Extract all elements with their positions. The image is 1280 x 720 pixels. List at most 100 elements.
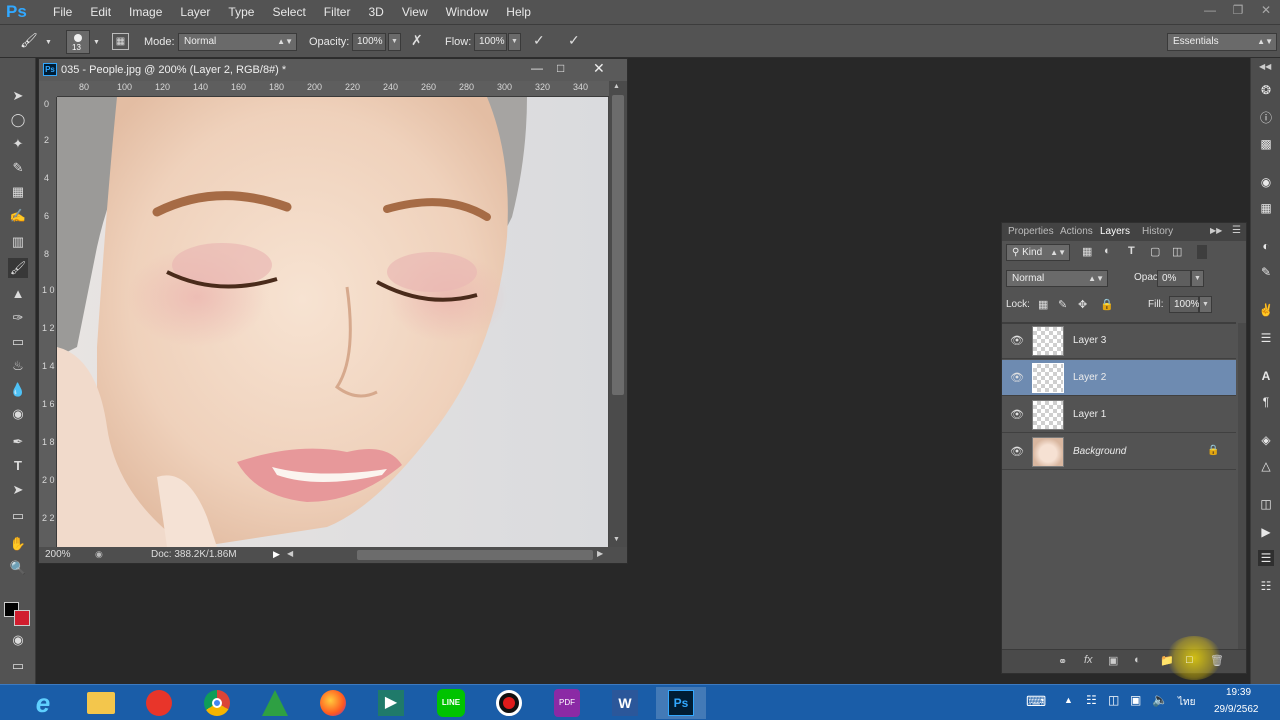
eye-icon[interactable]: 👁 (1010, 445, 1024, 459)
opacity-dropdown-button[interactable]: ▼ (388, 33, 401, 51)
flow-field[interactable]: 100% (474, 33, 507, 51)
opacity-field[interactable]: 100% (352, 33, 386, 51)
dodge-tool-icon[interactable]: ◉ (8, 404, 28, 424)
lock-transparent-icon[interactable]: ▦ (1038, 298, 1048, 311)
menu-file[interactable]: File (44, 0, 81, 24)
pixel-filter-icon[interactable]: ▦ (1082, 245, 1092, 258)
pressure-size-icon[interactable]: ✓ (568, 32, 588, 52)
zoom-level[interactable]: 200% (45, 549, 71, 560)
new-layer-icon[interactable]: □ (1186, 654, 1193, 666)
fx-icon[interactable]: fx (1084, 654, 1093, 666)
adjustment-filter-icon[interactable]: ◐ (1104, 245, 1111, 257)
layer-comps-icon[interactable]: ◫ (1258, 496, 1274, 512)
filter-toggle[interactable] (1197, 245, 1207, 259)
word-icon[interactable]: W (600, 687, 650, 719)
chevron-down-icon[interactable]: ▼ (45, 39, 52, 46)
blend-mode-select[interactable]: Normal ▲▼ (1006, 270, 1108, 287)
3d-icon[interactable]: ◈ (1258, 432, 1274, 448)
navigator-icon[interactable]: ❂ (1258, 82, 1274, 98)
channels-icon[interactable]: ☷ (1258, 578, 1274, 594)
screen-mode-icon[interactable]: ▭ (8, 656, 28, 676)
tray-icon-2[interactable]: ◫ (1108, 693, 1119, 707)
menu-select[interactable]: Select (263, 0, 314, 24)
clock-date[interactable]: 29/9/2562 (1214, 704, 1259, 715)
type-tool-icon[interactable]: T (8, 456, 28, 476)
status-menu-arrow-icon[interactable]: ▶ (273, 549, 280, 560)
layer-name[interactable]: Layer 1 (1073, 409, 1106, 420)
quick-select-tool-icon[interactable]: ✎ (8, 158, 28, 178)
lasso-tool-icon[interactable]: ✦ (8, 134, 28, 154)
layer-row[interactable]: 👁 Layer 2 (1002, 360, 1236, 396)
file-explorer-icon[interactable] (76, 687, 126, 719)
hand-tool-icon[interactable]: ✋ (8, 534, 28, 554)
styles-icon[interactable]: ✎ (1258, 264, 1274, 280)
panel-menu-icon[interactable]: ☰ (1232, 225, 1241, 236)
tab-layers[interactable]: Layers (1100, 226, 1130, 237)
horizontal-scroll-thumb[interactable] (357, 550, 593, 560)
collapse-arrow-icon[interactable]: ◀◀ (1259, 62, 1271, 71)
eyedropper-tool-icon[interactable]: ✍ (8, 206, 28, 226)
vertical-scroll-thumb[interactable] (612, 95, 624, 395)
brush-presets-icon[interactable]: ✌ (1258, 302, 1274, 318)
app-green-icon[interactable] (250, 687, 300, 719)
clone-stamp-tool-icon[interactable]: ▲ (8, 284, 28, 304)
volume-icon[interactable]: 🔈 (1152, 692, 1168, 708)
measurement-icon[interactable]: △ (1258, 458, 1274, 474)
chrome-icon[interactable] (192, 687, 242, 719)
mode-select[interactable]: Normal ▲▼ (178, 33, 297, 51)
layer-row[interactable]: 👁 Layer 1 (1002, 397, 1236, 433)
timeline-icon[interactable]: ▶ (1258, 524, 1274, 540)
marquee-tool-icon[interactable]: ◯ (8, 110, 28, 130)
app-teal-icon[interactable]: ▶ (366, 687, 416, 719)
flow-dropdown-button[interactable]: ▼ (508, 33, 521, 51)
path-select-tool-icon[interactable]: ➤ (8, 480, 28, 500)
firefox-icon[interactable] (308, 687, 358, 719)
pen-tool-icon[interactable]: ✒ (8, 432, 28, 452)
lock-all-icon[interactable]: 🔒 (1100, 298, 1114, 311)
doc-close-button[interactable]: ✕ (593, 60, 605, 77)
character-icon[interactable]: A (1258, 368, 1274, 384)
layers-scrollbar[interactable] (1238, 323, 1246, 649)
history-brush-tool-icon[interactable]: ✑ (8, 308, 28, 328)
eye-icon[interactable]: 👁 (1010, 334, 1024, 348)
smart-object-filter-icon[interactable]: ◫ (1172, 245, 1182, 258)
menu-help[interactable]: Help (497, 0, 540, 24)
vertical-scrollbar[interactable]: ▲ ▼ (609, 81, 627, 547)
pressure-opacity-icon[interactable]: ✗ (411, 32, 431, 52)
fill-field[interactable]: 100% (1169, 296, 1200, 313)
close-button[interactable]: ✕ (1252, 0, 1280, 22)
histogram-icon[interactable]: ▩ (1258, 136, 1274, 152)
tray-icon-1[interactable]: ☷ (1086, 693, 1097, 707)
recorder-icon[interactable] (484, 687, 534, 719)
ruler-origin[interactable] (39, 81, 57, 97)
app-red-icon[interactable] (134, 687, 184, 719)
trash-icon[interactable]: 🗑 (1210, 654, 1224, 667)
clock-time[interactable]: 19:39 (1226, 687, 1251, 698)
brush-preset-picker[interactable]: 13 (66, 30, 90, 54)
filter-kind-select[interactable]: ⚲ Kind ▲▼ (1006, 244, 1070, 261)
adjustments-icon[interactable]: ◐ (1258, 238, 1274, 254)
chevron-down-icon[interactable]: ▼ (93, 39, 100, 46)
menu-image[interactable]: Image (120, 0, 171, 24)
photoshop-taskbar-icon[interactable]: Ps (656, 687, 706, 719)
document-title-bar[interactable]: Ps 035 - People.jpg @ 200% (Layer 2, RGB… (39, 59, 627, 81)
layer-opacity-dropdown[interactable]: ▼ (1191, 270, 1204, 287)
minimize-button[interactable]: — (1196, 0, 1224, 22)
shape-filter-icon[interactable]: ▢ (1150, 245, 1160, 258)
layer-row[interactable]: 👁 Layer 3 (1002, 323, 1236, 359)
layers-panel-icon[interactable]: ☰ (1258, 550, 1274, 566)
menu-window[interactable]: Window (437, 0, 498, 24)
keyboard-icon[interactable]: ⌨ (1026, 693, 1046, 710)
layer-name[interactable]: Layer 3 (1073, 335, 1106, 346)
status-settings-icon[interactable]: ◉ (95, 549, 103, 560)
lock-position-icon[interactable]: ✥ (1078, 298, 1087, 311)
scroll-up-arrow-icon[interactable]: ▲ (613, 83, 620, 90)
rectangle-tool-icon[interactable]: ▭ (8, 506, 28, 526)
paragraph-icon[interactable]: ¶ (1258, 394, 1274, 410)
crop-tool-icon[interactable]: ▦ (8, 182, 28, 202)
eye-icon[interactable]: 👁 (1010, 371, 1024, 385)
doc-minimize-button[interactable]: — (531, 61, 543, 75)
link-layers-icon[interactable]: ⚭ (1058, 655, 1067, 668)
zoom-tool-icon[interactable]: 🔍 (8, 558, 28, 578)
workspace-select[interactable]: Essentials ▲▼ (1167, 33, 1277, 51)
